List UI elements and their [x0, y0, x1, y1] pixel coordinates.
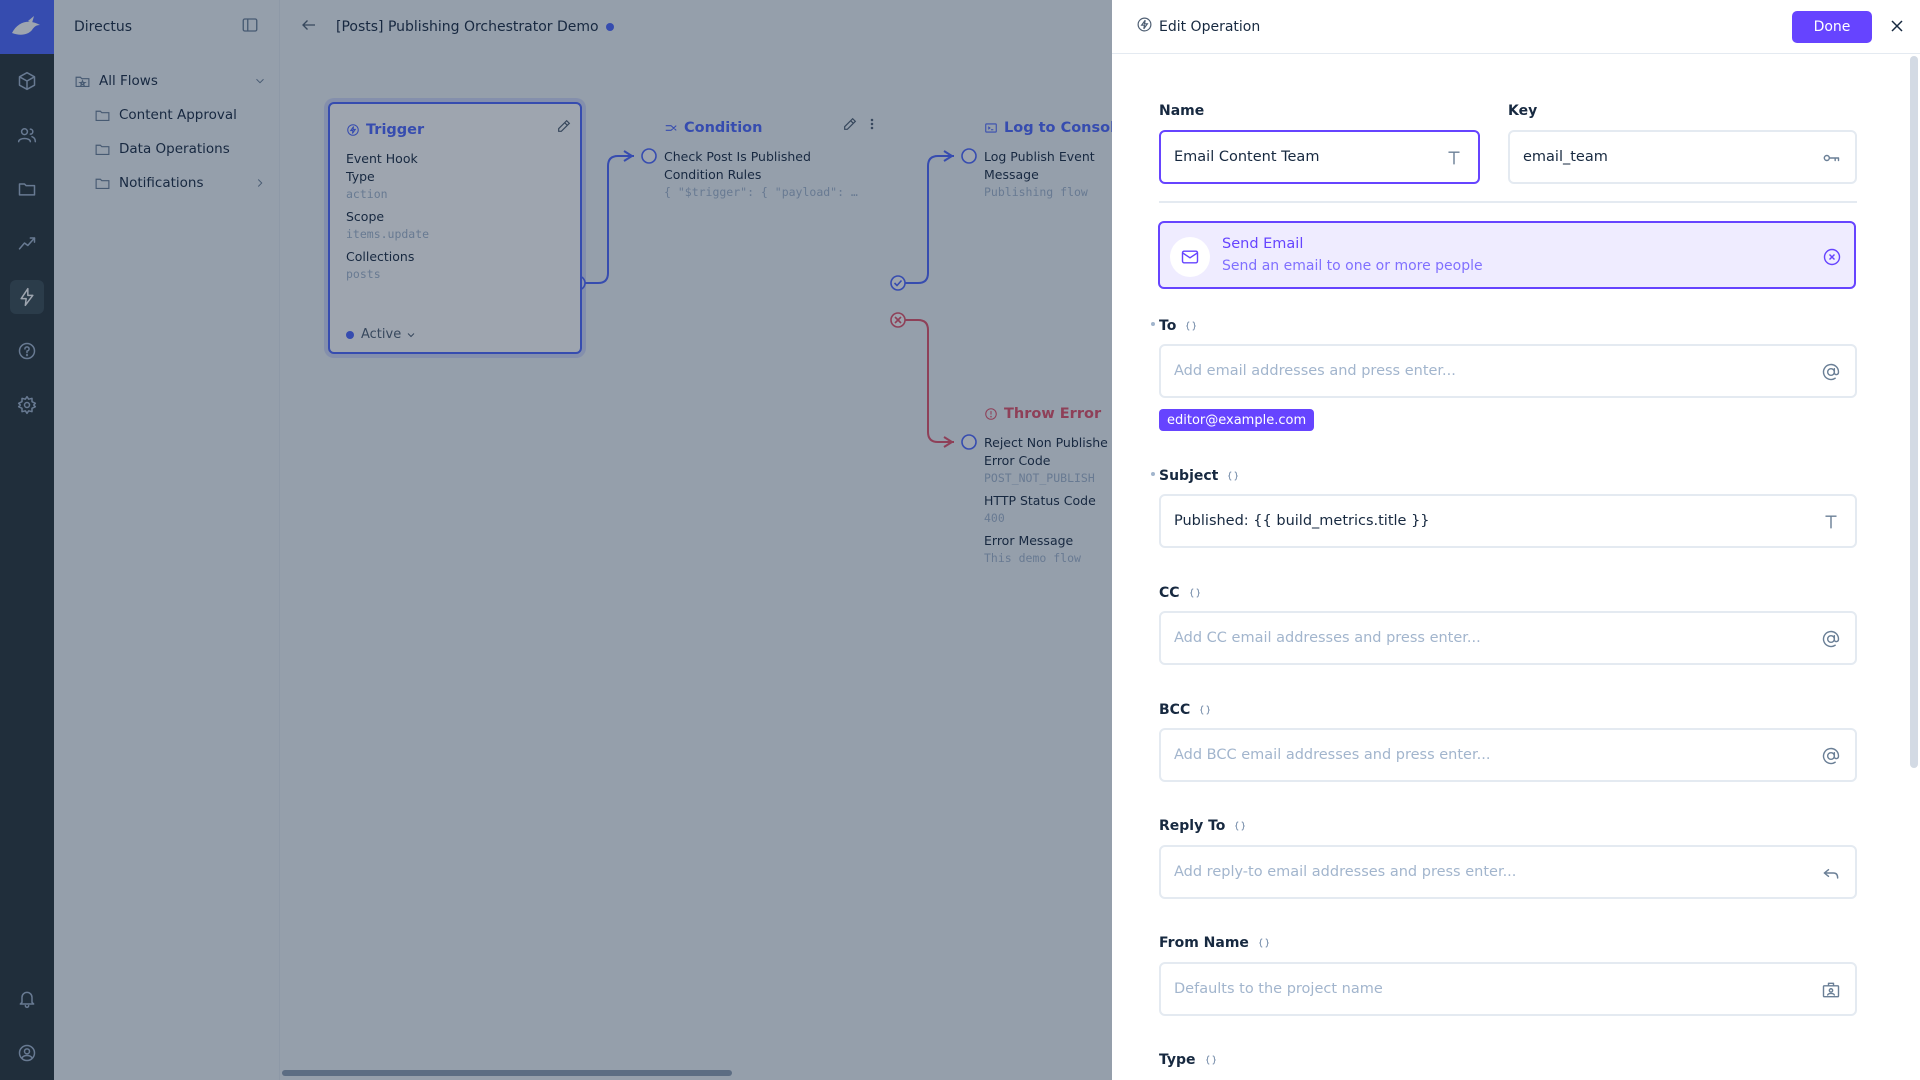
bcc-placeholder: Add BCC email addresses and press enter.… — [1174, 747, 1491, 763]
raw-value-icon[interactable] — [1188, 586, 1202, 600]
at-sign-icon — [1821, 746, 1841, 770]
bolt-circle-icon — [1136, 16, 1153, 37]
raw-value-icon[interactable] — [1204, 1053, 1218, 1067]
modal-overlay[interactable] — [0, 0, 1112, 1080]
to-label: To — [1151, 318, 1198, 334]
key-icon — [1821, 148, 1841, 172]
from-name-label: From Name — [1159, 935, 1271, 951]
drawer-scrollbar[interactable] — [1910, 56, 1918, 768]
close-icon[interactable] — [1887, 16, 1907, 40]
reply-icon — [1821, 863, 1841, 887]
deselect-operation-icon[interactable] — [1822, 247, 1842, 271]
cc-placeholder: Add CC email addresses and press enter..… — [1174, 630, 1481, 646]
operation-name: Send Email — [1222, 236, 1304, 252]
raw-value-icon[interactable] — [1184, 319, 1198, 333]
subject-input[interactable]: Published: {{ build_metrics.title }} — [1159, 494, 1857, 548]
required-indicator — [1151, 472, 1155, 476]
raw-value-icon[interactable] — [1233, 819, 1247, 833]
bcc-label: BCC — [1159, 702, 1212, 718]
type-label: Type — [1159, 1052, 1218, 1068]
name-value: Email Content Team — [1174, 149, 1320, 165]
email-chip[interactable]: editor@example.com — [1159, 409, 1315, 431]
key-value: email_team — [1523, 149, 1608, 165]
cc-label: CC — [1159, 585, 1202, 601]
drawer-header: Edit Operation Done — [1112, 0, 1920, 54]
text-type-icon — [1821, 512, 1841, 536]
drawer-title: Edit Operation — [1159, 18, 1261, 35]
bcc-input[interactable]: Add BCC email addresses and press enter.… — [1159, 728, 1857, 782]
raw-value-icon[interactable] — [1257, 936, 1271, 950]
name-label: Name — [1159, 103, 1205, 119]
done-button[interactable]: Done — [1792, 11, 1872, 43]
key-input[interactable]: email_team — [1508, 130, 1857, 184]
raw-value-icon[interactable] — [1226, 469, 1240, 483]
mail-icon — [1170, 237, 1210, 277]
text-type-icon — [1444, 148, 1464, 172]
at-sign-icon — [1821, 362, 1841, 386]
selected-operation-card[interactable]: Send Email Send an email to one or more … — [1158, 221, 1856, 289]
edit-operation-drawer: Edit Operation Done Name Key Email Conte… — [1112, 0, 1920, 1080]
at-sign-icon — [1821, 629, 1841, 653]
operation-description: Send an email to one or more people — [1222, 258, 1483, 274]
badge-icon — [1821, 980, 1841, 1004]
from-name-input[interactable]: Defaults to the project name — [1159, 962, 1857, 1016]
raw-value-icon[interactable] — [1198, 703, 1212, 717]
cc-input[interactable]: Add CC email addresses and press enter..… — [1159, 611, 1857, 665]
reply-to-label: Reply To — [1159, 818, 1247, 834]
to-input[interactable]: Add email addresses and press enter... — [1159, 344, 1857, 398]
divider — [1159, 201, 1857, 203]
reply-to-placeholder: Add reply-to email addresses and press e… — [1174, 864, 1517, 880]
key-label: Key — [1508, 103, 1538, 119]
subject-label: Subject — [1151, 468, 1240, 484]
from-name-placeholder: Defaults to the project name — [1174, 981, 1383, 997]
name-input[interactable]: Email Content Team — [1159, 130, 1480, 184]
reply-to-input[interactable]: Add reply-to email addresses and press e… — [1159, 845, 1857, 899]
to-placeholder: Add email addresses and press enter... — [1174, 363, 1456, 379]
required-indicator — [1151, 322, 1155, 326]
subject-value: Published: {{ build_metrics.title }} — [1174, 513, 1430, 529]
